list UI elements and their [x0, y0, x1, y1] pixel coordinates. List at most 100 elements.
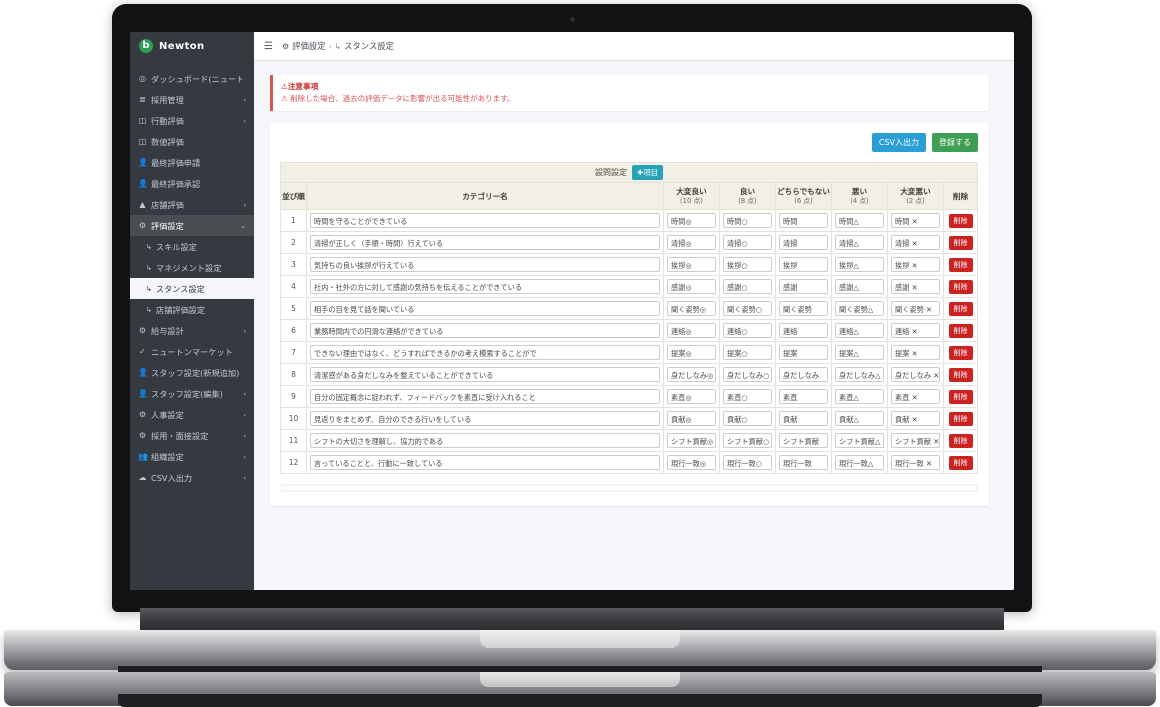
score-neutral-input[interactable]: 挨拶: [779, 257, 828, 273]
score-very-bad-input[interactable]: 貢献 ✕: [891, 411, 940, 427]
sidebar-item-numeric-eval[interactable]: ◫ 数値評価: [130, 131, 254, 152]
score-neutral-input[interactable]: 現行一致: [779, 455, 828, 471]
category-name-input[interactable]: 時間を守ることができている: [310, 213, 660, 229]
add-item-button[interactable]: ✚項目: [632, 165, 663, 181]
category-name-input[interactable]: できない理由ではなく、どうすればできるかの考え模索することがで: [310, 345, 660, 361]
score-very-good-input[interactable]: 身だしなみ◎: [667, 367, 716, 383]
delete-row-button[interactable]: 削除: [948, 411, 973, 426]
score-bad-input[interactable]: 時間△: [835, 213, 884, 229]
delete-row-button[interactable]: 削除: [948, 235, 973, 250]
score-neutral-input[interactable]: 素直: [779, 389, 828, 405]
sidebar-item-staff-settings-edit[interactable]: 👤 スタッフ設定(編集) ‹: [130, 383, 254, 404]
sidebar-item-behavior-eval[interactable]: ◫ 行動評価 ‹: [130, 110, 254, 131]
score-neutral-input[interactable]: 清掃: [779, 235, 828, 251]
sidebar-item-csv-io[interactable]: ☁ CSV入出力 ‹: [130, 467, 254, 488]
delete-row-button[interactable]: 削除: [948, 345, 973, 360]
score-very-good-input[interactable]: 感謝◎: [667, 279, 716, 295]
score-very-bad-input[interactable]: 挨拶 ✕: [891, 257, 940, 273]
category-name-input[interactable]: 自分の固定概念に捉われず、フィードバックを素直に受け入れること: [310, 389, 660, 405]
score-bad-input[interactable]: 素直△: [835, 389, 884, 405]
score-bad-input[interactable]: 提案△: [835, 345, 884, 361]
sidebar-item-newton-market[interactable]: ✓ ニュートンマーケット: [130, 341, 254, 362]
score-very-good-input[interactable]: 提案◎: [667, 345, 716, 361]
sidebar-item-final-eval-approval[interactable]: 👤 最終評価承認: [130, 173, 254, 194]
score-good-input[interactable]: 現行一致○: [723, 455, 772, 471]
score-bad-input[interactable]: 現行一致△: [835, 455, 884, 471]
score-very-bad-input[interactable]: 素直 ✕: [891, 389, 940, 405]
score-very-bad-input[interactable]: 連絡 ✕: [891, 323, 940, 339]
score-good-input[interactable]: シフト貢献○: [723, 433, 772, 449]
score-neutral-input[interactable]: 感謝: [779, 279, 828, 295]
score-neutral-input[interactable]: 連絡: [779, 323, 828, 339]
delete-row-button[interactable]: 削除: [948, 389, 973, 404]
delete-row-button[interactable]: 削除: [948, 301, 973, 316]
score-bad-input[interactable]: 清掃△: [835, 235, 884, 251]
delete-row-button[interactable]: 削除: [948, 213, 973, 228]
score-neutral-input[interactable]: シフト貢献: [779, 433, 828, 449]
score-bad-input[interactable]: 連絡△: [835, 323, 884, 339]
score-neutral-input[interactable]: 貢献: [779, 411, 828, 427]
score-very-bad-input[interactable]: 聞く姿勢 ✕: [891, 301, 940, 317]
sidebar-item-org-settings[interactable]: 👥 組織設定 ‹: [130, 446, 254, 467]
score-very-good-input[interactable]: 素直◎: [667, 389, 716, 405]
delete-row-button[interactable]: 削除: [948, 279, 973, 294]
score-very-good-input[interactable]: シフト貢献◎: [667, 433, 716, 449]
sidebar-item-final-eval-request[interactable]: 👤 最終評価申請: [130, 152, 254, 173]
score-bad-input[interactable]: 挨拶△: [835, 257, 884, 273]
score-good-input[interactable]: 素直○: [723, 389, 772, 405]
category-name-input[interactable]: 清潔感がある身だしなみを整えていることができている: [310, 367, 660, 383]
score-very-good-input[interactable]: 連絡◎: [667, 323, 716, 339]
score-very-bad-input[interactable]: シフト貢献 ✕: [891, 433, 940, 449]
category-name-input[interactable]: 見返りをまとめず、自分のできる行いをしている: [310, 411, 660, 427]
delete-row-button[interactable]: 削除: [948, 433, 973, 448]
category-name-input[interactable]: 業務時間内での円滑な連絡ができている: [310, 323, 660, 339]
score-good-input[interactable]: 身だしなみ○: [723, 367, 772, 383]
delete-row-button[interactable]: 削除: [948, 323, 973, 338]
score-good-input[interactable]: 連絡○: [723, 323, 772, 339]
score-neutral-input[interactable]: 身だしなみ: [779, 367, 828, 383]
category-name-input[interactable]: 気持ちの良い挨拶が行えている: [310, 257, 660, 273]
csv-io-button[interactable]: CSV入出力: [871, 133, 926, 153]
sidebar-subitem-skill-settings[interactable]: ↳ スキル設定: [130, 236, 254, 257]
score-neutral-input[interactable]: 提案: [779, 345, 828, 361]
sidebar-subitem-stance-settings[interactable]: ↳ スタンス設定: [130, 278, 254, 299]
score-good-input[interactable]: 感謝○: [723, 279, 772, 295]
category-name-input[interactable]: シフトの大切さを理解し、協力的である: [310, 433, 660, 449]
score-bad-input[interactable]: 聞く姿勢△: [835, 301, 884, 317]
category-name-input[interactable]: 社内・社外の方に対して感謝の気持ちを伝えることができている: [310, 279, 660, 295]
delete-row-button[interactable]: 削除: [948, 455, 973, 470]
category-name-input[interactable]: 言っていることと、行動に一致している: [310, 455, 660, 471]
sidebar-item-recruit-interview-settings[interactable]: ⚙ 採用・面接設定 ‹: [130, 425, 254, 446]
score-bad-input[interactable]: シフト貢献△: [835, 433, 884, 449]
score-good-input[interactable]: 聞く姿勢○: [723, 301, 772, 317]
category-name-input[interactable]: 清掃が正しく（手順・時間）行えている: [310, 235, 660, 251]
brand[interactable]: b Newton: [130, 32, 254, 60]
score-bad-input[interactable]: 感謝△: [835, 279, 884, 295]
sidebar-subitem-management-settings[interactable]: ↳ マネジメント設定: [130, 257, 254, 278]
score-very-good-input[interactable]: 貢献◎: [667, 411, 716, 427]
score-very-good-input[interactable]: 挨拶◎: [667, 257, 716, 273]
sidebar-item-hr-settings[interactable]: ⚙ 人事設定 ‹: [130, 404, 254, 425]
score-very-bad-input[interactable]: 提案 ✕: [891, 345, 940, 361]
score-very-good-input[interactable]: 現行一致◎: [667, 455, 716, 471]
score-good-input[interactable]: 挨拶○: [723, 257, 772, 273]
score-bad-input[interactable]: 身だしなみ△: [835, 367, 884, 383]
category-name-input[interactable]: 相手の目を見て話を聞いている: [310, 301, 660, 317]
sidebar-subitem-store-eval-settings[interactable]: ↳ 店舗評価設定: [130, 299, 254, 320]
delete-row-button[interactable]: 削除: [948, 367, 973, 382]
score-very-bad-input[interactable]: 身だしなみ ✕: [891, 367, 940, 383]
score-bad-input[interactable]: 貢献△: [835, 411, 884, 427]
score-neutral-input[interactable]: 時間: [779, 213, 828, 229]
sidebar-item-recruitment[interactable]: ≣ 採用管理 ‹: [130, 89, 254, 110]
breadcrumb-parent[interactable]: 評価設定: [292, 40, 326, 52]
sidebar-item-eval-settings[interactable]: ⚙ 評価設定 ⌄: [130, 215, 254, 236]
delete-row-button[interactable]: 削除: [948, 257, 973, 272]
score-good-input[interactable]: 時間○: [723, 213, 772, 229]
sidebar-item-dashboard[interactable]: ◎ ダッシュボード(ニュートン): [130, 68, 254, 89]
score-good-input[interactable]: 清掃○: [723, 235, 772, 251]
sidebar-item-staff-settings-new[interactable]: 👤 スタッフ設定(新規追加): [130, 362, 254, 383]
score-good-input[interactable]: 貢献○: [723, 411, 772, 427]
register-button[interactable]: 登録する: [932, 133, 978, 153]
score-very-bad-input[interactable]: 感謝 ✕: [891, 279, 940, 295]
score-very-good-input[interactable]: 清掃◎: [667, 235, 716, 251]
